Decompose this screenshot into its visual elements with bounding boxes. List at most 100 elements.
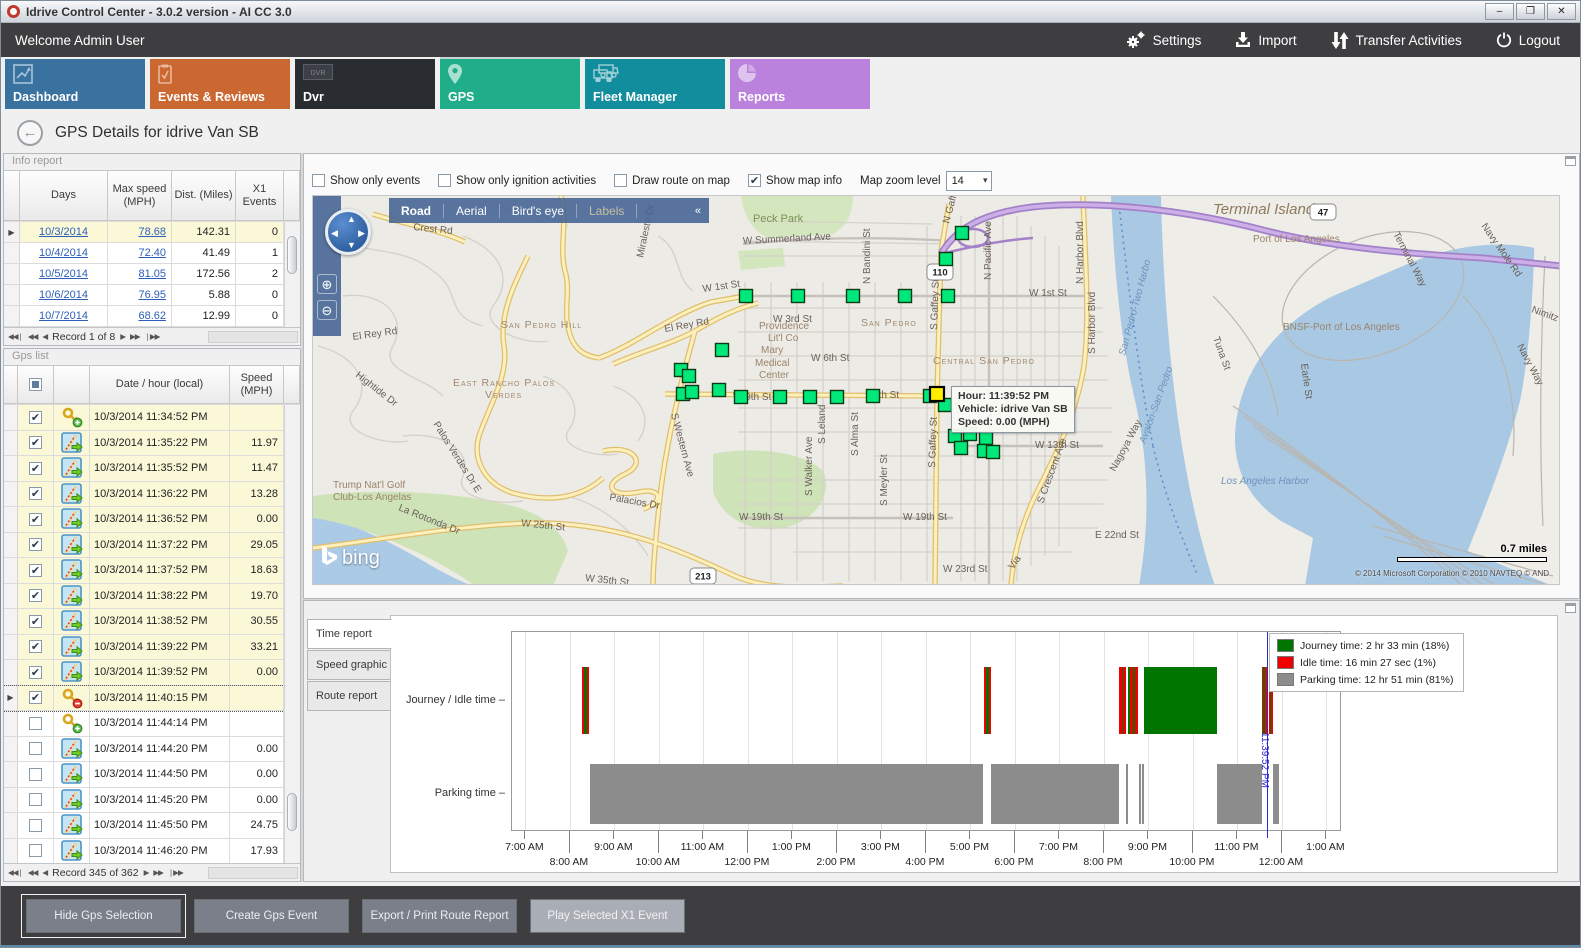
column-header[interactable]: Date / hour (local): [90, 366, 230, 404]
minimize-button[interactable]: –: [1485, 3, 1514, 20]
gps-row[interactable]: ✔10/3/2014 11:39:22 PM33.21: [4, 635, 284, 661]
collapse-nav-button[interactable]: «: [687, 205, 709, 217]
row-checkbox[interactable]: [29, 768, 42, 781]
table-row[interactable]: 10/5/201481.05172.562: [4, 264, 284, 285]
max-speed-link[interactable]: 72.40: [138, 247, 166, 259]
map-canvas[interactable]: Crest RdPeck ParkW Summerland AveN Bandi…: [312, 195, 1560, 585]
gps-marker[interactable]: [774, 391, 787, 404]
gps-row[interactable]: ▶✔10/3/2014 11:40:15 PM: [4, 686, 284, 712]
row-checkbox[interactable]: ✔: [29, 589, 42, 602]
row-checkbox[interactable]: ✔: [29, 487, 42, 500]
max-speed-link[interactable]: 76.95: [138, 289, 166, 301]
gps-marker[interactable]: [867, 390, 880, 403]
max-speed-link[interactable]: 81.05: [138, 268, 166, 280]
column-header[interactable]: Speed (MPH): [230, 366, 284, 404]
gps-marker[interactable]: [831, 391, 844, 404]
gps-row[interactable]: 10/3/2014 11:44:20 PM0.00: [4, 737, 284, 763]
option-checkbox[interactable]: [438, 174, 451, 187]
export-print-route-report-button[interactable]: Export / Print Route Report: [362, 899, 517, 933]
max-speed-link[interactable]: 78.68: [138, 226, 166, 238]
next-page-button[interactable]: ▶▶: [130, 332, 140, 341]
next-page-button[interactable]: ▶▶: [153, 868, 163, 877]
row-checkbox[interactable]: ✔: [29, 666, 42, 679]
selected-gps-marker[interactable]: [930, 387, 944, 401]
gps-row[interactable]: ✔10/3/2014 11:34:52 PM: [4, 405, 284, 431]
maximize-button[interactable]: ❐: [1516, 3, 1545, 20]
column-header[interactable]: Days: [20, 171, 108, 221]
select-all-checkbox[interactable]: [29, 378, 42, 391]
hide-gps-selection-button[interactable]: Hide Gps Selection: [26, 899, 181, 933]
day-link[interactable]: 10/4/2014: [39, 247, 88, 259]
tab-fleet-manager[interactable]: Fleet Manager: [585, 59, 725, 109]
prev-page-button[interactable]: ◀◀: [28, 868, 38, 877]
gps-marker[interactable]: [804, 391, 817, 404]
max-speed-link[interactable]: 68.62: [138, 310, 166, 322]
logout-button[interactable]: Logout: [1496, 32, 1560, 48]
tab-gps[interactable]: GPS: [440, 59, 580, 109]
gps-marker[interactable]: [713, 384, 726, 397]
last-record-button[interactable]: ❘▶▶: [145, 332, 160, 341]
first-record-button[interactable]: ◀◀❘: [8, 868, 23, 877]
map-view-road[interactable]: Road: [389, 204, 444, 218]
report-tab-speed-graphic[interactable]: Speed graphic: [307, 650, 391, 680]
map-view-aerial[interactable]: Aerial: [444, 204, 500, 218]
select-all-header[interactable]: [18, 366, 54, 404]
gps-row[interactable]: ✔10/3/2014 11:37:52 PM18.63: [4, 558, 284, 584]
row-checkbox[interactable]: ✔: [29, 691, 42, 704]
map-view-labels[interactable]: Labels: [577, 204, 637, 218]
row-checkbox[interactable]: [29, 717, 42, 730]
gps-row[interactable]: ✔10/3/2014 11:38:52 PM30.55: [4, 609, 284, 635]
day-link[interactable]: 10/5/2014: [39, 268, 88, 280]
settings-button[interactable]: Settings: [1126, 31, 1202, 49]
gps-marker[interactable]: [987, 446, 1000, 459]
zoom-in-button[interactable]: ⊕: [317, 274, 337, 294]
create-gps-event-button[interactable]: Create Gps Event: [194, 899, 349, 933]
row-checkbox[interactable]: ✔: [29, 564, 42, 577]
gps-marker[interactable]: [686, 386, 699, 399]
column-header[interactable]: Max speed (MPH): [108, 171, 172, 221]
gps-marker[interactable]: [847, 290, 860, 303]
row-checkbox[interactable]: ✔: [29, 640, 42, 653]
column-header[interactable]: X1 Events: [236, 171, 284, 221]
gps-row[interactable]: ✔10/3/2014 11:38:22 PM19.70: [4, 584, 284, 610]
zoom-out-button[interactable]: ⊖: [317, 300, 337, 320]
next-record-button[interactable]: ▶: [120, 332, 125, 341]
gps-row[interactable]: 10/3/2014 11:45:20 PM0.00: [4, 788, 284, 814]
next-record-button[interactable]: ▶: [144, 868, 149, 877]
gps-row[interactable]: ✔10/3/2014 11:36:52 PM0.00: [4, 507, 284, 533]
gps-row[interactable]: 10/3/2014 11:44:14 PM: [4, 711, 284, 737]
vertical-scrollbar[interactable]: [284, 222, 300, 327]
horizontal-scrollbar[interactable]: [208, 867, 298, 879]
option-checkbox[interactable]: ✔: [748, 174, 761, 187]
map-view-bird-s-eye[interactable]: Bird's eye: [500, 204, 577, 218]
day-link[interactable]: 10/6/2014: [39, 289, 88, 301]
tab-reports[interactable]: Reports: [730, 59, 870, 109]
gps-row[interactable]: ✔10/3/2014 11:39:52 PM0.00: [4, 660, 284, 686]
gps-marker[interactable]: [740, 290, 753, 303]
gps-marker[interactable]: [980, 432, 993, 445]
first-record-button[interactable]: ◀◀❘: [8, 332, 23, 341]
gps-row[interactable]: 10/3/2014 11:45:50 PM24.75: [4, 813, 284, 839]
row-checkbox[interactable]: ✔: [29, 538, 42, 551]
report-tab-time-report[interactable]: Time report: [307, 619, 392, 649]
gps-row[interactable]: ✔10/3/2014 11:37:22 PM29.05: [4, 533, 284, 559]
option-checkbox[interactable]: [312, 174, 325, 187]
prev-record-button[interactable]: ◀: [42, 332, 47, 341]
row-checkbox[interactable]: ✔: [29, 436, 42, 449]
tab-dashboard[interactable]: Dashboard: [5, 59, 145, 109]
horizontal-scrollbar[interactable]: [208, 331, 298, 343]
play-selected-x1-event-button[interactable]: Play Selected X1 Event: [530, 899, 685, 933]
row-checkbox[interactable]: [29, 742, 42, 755]
scrollbar-thumb[interactable]: [287, 793, 297, 831]
gps-marker[interactable]: [955, 442, 968, 455]
gps-marker[interactable]: [940, 253, 953, 266]
day-link[interactable]: 10/7/2014: [39, 310, 88, 322]
maximize-panel-icon[interactable]: [1565, 156, 1576, 166]
last-record-button[interactable]: ❘▶▶: [168, 868, 183, 877]
table-row[interactable]: 10/7/201468.6212.990: [4, 306, 284, 327]
gps-marker[interactable]: [716, 344, 729, 357]
scrollbar-thumb[interactable]: [287, 236, 297, 274]
column-header[interactable]: Dist. (Miles): [172, 171, 236, 221]
tab-events-reviews[interactable]: Events & Reviews: [150, 59, 290, 109]
gps-row[interactable]: ✔10/3/2014 11:35:52 PM11.47: [4, 456, 284, 482]
